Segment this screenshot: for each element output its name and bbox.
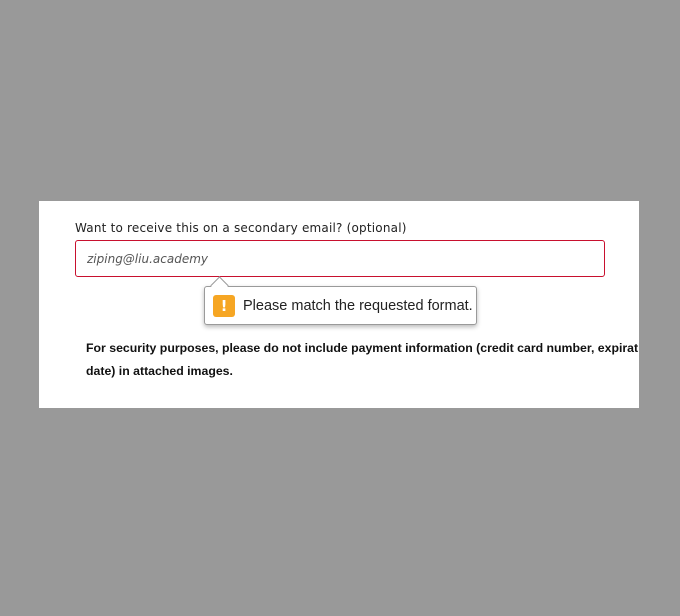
- secondary-email-label: Want to receive this on a secondary emai…: [75, 221, 407, 235]
- form-panel: Want to receive this on a secondary emai…: [39, 201, 639, 408]
- validation-message: Please match the requested format.: [243, 297, 473, 314]
- warning-icon: !: [213, 294, 235, 317]
- security-notice: For security purposes, please do not inc…: [86, 341, 639, 378]
- validation-tooltip: ! Please match the requested format.: [204, 286, 477, 325]
- secondary-email-input[interactable]: [75, 240, 605, 277]
